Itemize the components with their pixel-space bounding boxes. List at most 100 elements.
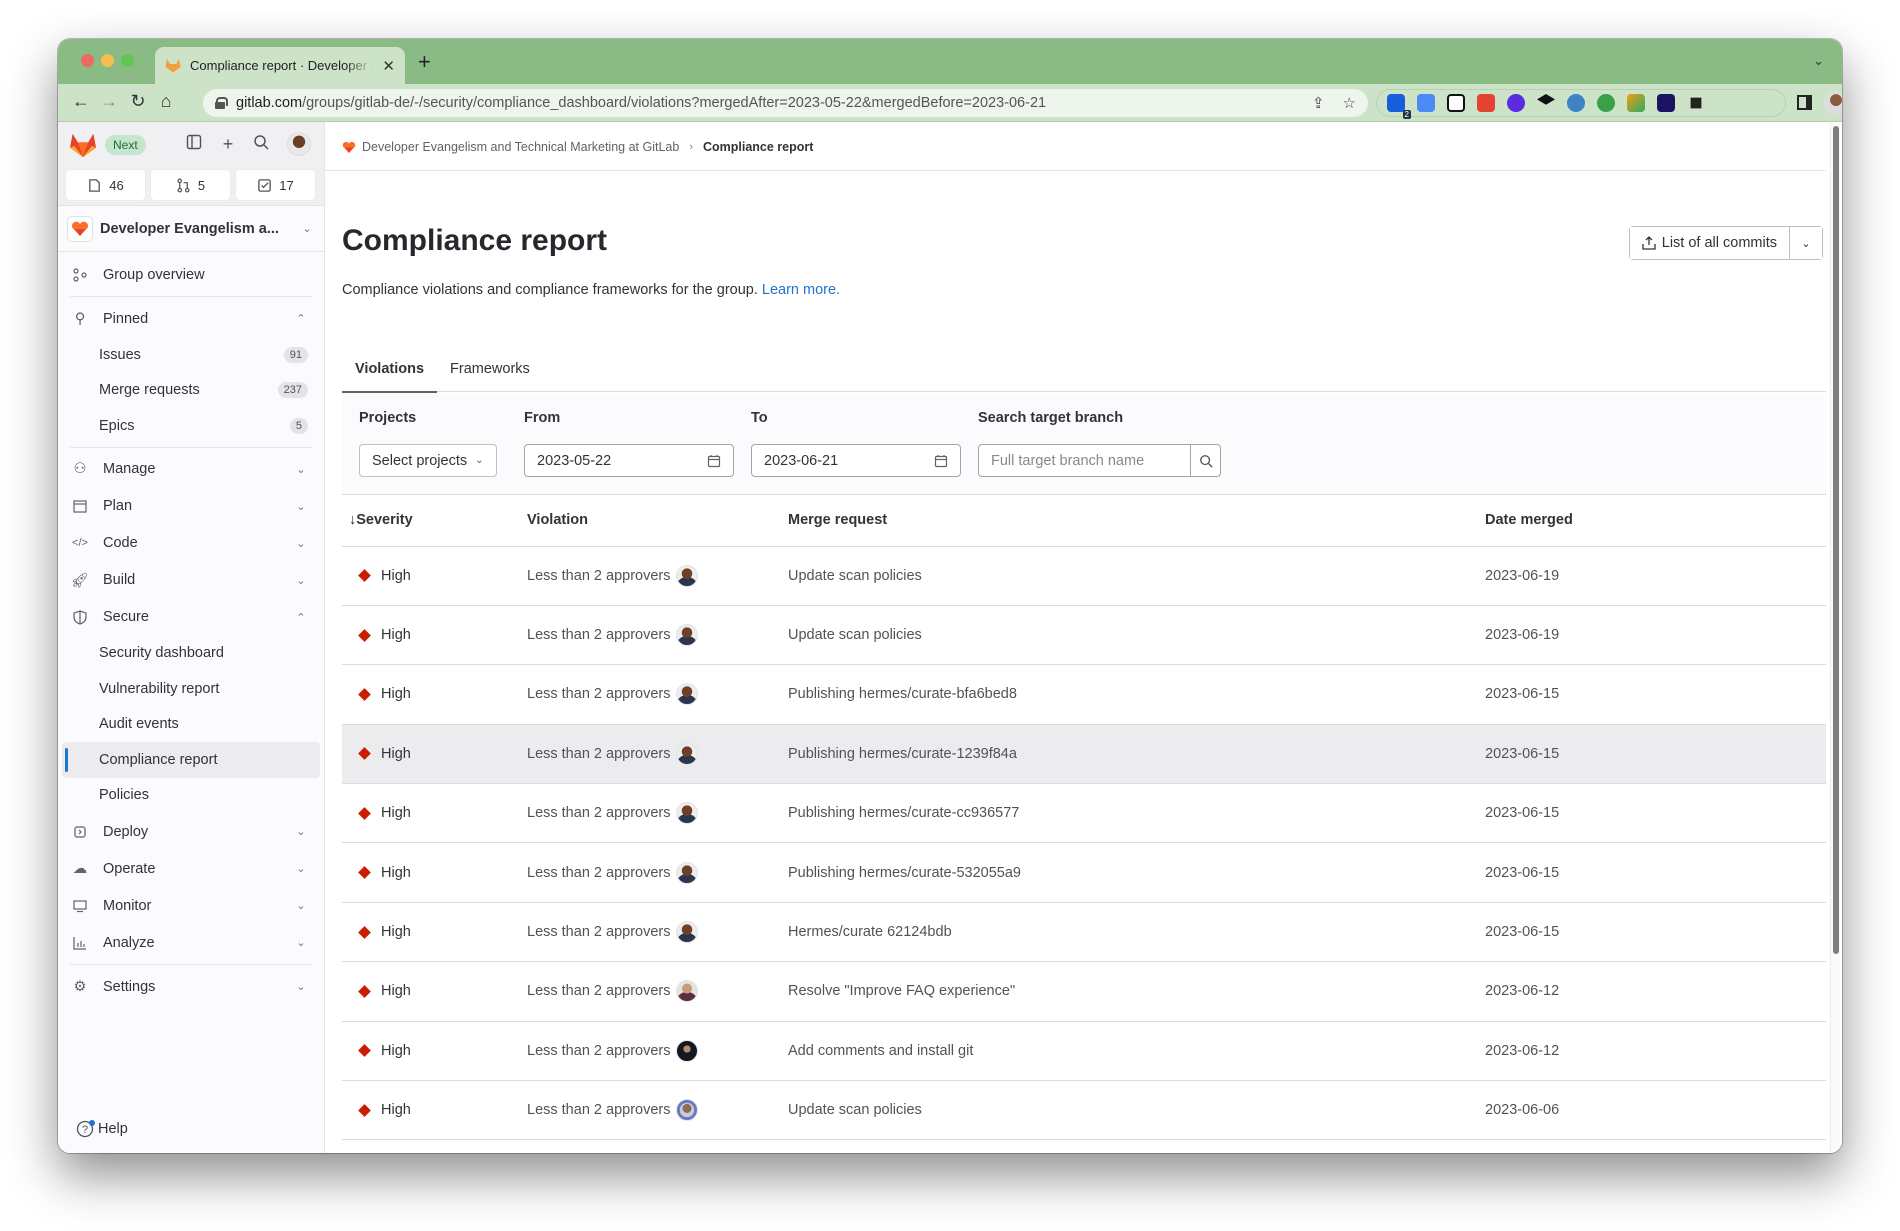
- toggle-sidebar-icon[interactable]: [184, 134, 204, 154]
- back-button[interactable]: ←: [69, 91, 93, 112]
- address-bar[interactable]: gitlab.com/groups/gitlab-de/-/security/c…: [203, 89, 1368, 117]
- breadcrumb-current[interactable]: Compliance report: [703, 140, 813, 154]
- sidebar-item-vulnerability-report[interactable]: Vulnerability report: [62, 671, 320, 707]
- page-scrollbar[interactable]: [1830, 122, 1840, 1153]
- sidebar-item-issues[interactable]: Issues 91: [62, 337, 320, 373]
- table-row[interactable]: High Less than 2 approvers Publishing herm…: [342, 664, 1826, 725]
- column-header-date-merged[interactable]: Date merged: [1485, 495, 1826, 547]
- merge-request-title[interactable]: Update scan policies: [788, 1102, 922, 1118]
- minimize-window-button[interactable]: [101, 54, 114, 67]
- violator-avatar[interactable]: [676, 683, 699, 706]
- notion-extension-icon[interactable]: [1447, 94, 1465, 112]
- close-window-button[interactable]: [81, 54, 94, 67]
- next-badge[interactable]: Next: [105, 135, 146, 155]
- breadcrumb-group-link[interactable]: Developer Evangelism and Technical Marke…: [362, 140, 679, 154]
- merge-request-title[interactable]: Hermes/curate 62124bdb: [788, 924, 952, 940]
- share-icon[interactable]: ⇪: [1312, 94, 1325, 112]
- violator-avatar[interactable]: [676, 564, 699, 587]
- table-row[interactable]: High Less than 2 approvers Update scan pol…: [342, 1080, 1826, 1141]
- sidebar-item-security-dashboard[interactable]: Security dashboard: [62, 636, 320, 672]
- merge-request-title[interactable]: Publishing hermes/curate-bfa6bed8: [788, 686, 1017, 702]
- gitlab-logo-icon[interactable]: [69, 132, 97, 158]
- sidebar-item-compliance-report[interactable]: Compliance report: [62, 742, 320, 778]
- sidebar-section-settings[interactable]: ⚙ Settings ⌄: [62, 968, 320, 1005]
- table-row[interactable]: High Less than 2 approvers Publishing herm…: [342, 724, 1826, 785]
- close-tab-icon[interactable]: ✕: [382, 57, 395, 75]
- violator-avatar[interactable]: [676, 861, 699, 884]
- sidebar-section-deploy[interactable]: Deploy ⌄: [62, 813, 320, 850]
- color-extension-icon[interactable]: [1657, 94, 1675, 112]
- vpn-extension-icon[interactable]: [1507, 94, 1525, 112]
- sidebar-section-analyze[interactable]: Analyze ⌄: [62, 924, 320, 961]
- sidebar-section-build[interactable]: 🚀︎ Build ⌄: [62, 562, 320, 599]
- sidebar-section-operate[interactable]: ☁ Operate ⌄: [62, 850, 320, 887]
- violator-avatar[interactable]: [676, 1039, 699, 1062]
- violator-avatar[interactable]: [676, 624, 699, 647]
- sidebar-item-epics[interactable]: Epics 5: [62, 408, 320, 444]
- puzzle-extensions-icon[interactable]: [1690, 97, 1702, 109]
- download-extension-icon[interactable]: [1627, 94, 1645, 112]
- bookmark-star-icon[interactable]: ☆: [1343, 94, 1356, 112]
- merge-request-title[interactable]: Publishing hermes/curate-532055a9: [788, 865, 1021, 881]
- merge-requests-button[interactable]: 5: [151, 170, 230, 200]
- tab-violations[interactable]: Violations: [342, 345, 438, 393]
- tab-search-chevron-icon[interactable]: ⌄: [1813, 53, 1824, 69]
- calendar-icon[interactable]: [934, 454, 948, 468]
- todos-button[interactable]: 17: [236, 170, 315, 200]
- merge-request-title[interactable]: Add comments and install git: [788, 1043, 973, 1059]
- side-panel-icon[interactable]: [1797, 95, 1812, 110]
- branch-search-input[interactable]: [979, 445, 1190, 476]
- sidebar-item-audit-events[interactable]: Audit events: [62, 707, 320, 743]
- sidebar-item-group-overview[interactable]: Group overview: [62, 256, 320, 293]
- merge-request-title[interactable]: Publishing hermes/curate-1239f84a: [788, 746, 1017, 762]
- table-row[interactable]: HighLess than 2 approversResolve "Create…: [342, 1139, 1826, 1153]
- reload-button[interactable]: ↻: [126, 91, 150, 112]
- tab-frameworks[interactable]: Frameworks: [437, 345, 543, 392]
- maximize-window-button[interactable]: [121, 54, 134, 67]
- export-dropdown-toggle[interactable]: ⌄: [1790, 227, 1822, 259]
- sidebar-section-manage[interactable]: ⚇ Manage ⌄: [62, 451, 320, 488]
- sidebar-section-monitor[interactable]: Monitor ⌄: [62, 887, 320, 924]
- table-row[interactable]: High Less than 2 approvers Update scan pol…: [342, 605, 1826, 666]
- table-row[interactable]: High Less than 2 approvers Publishing herm…: [342, 842, 1826, 903]
- violator-avatar[interactable]: [676, 921, 699, 944]
- table-row[interactable]: High Less than 2 approvers Update scan pol…: [342, 546, 1826, 606]
- help-button[interactable]: ? Help: [76, 1120, 128, 1138]
- user-avatar[interactable]: [287, 132, 311, 156]
- column-header-severity[interactable]: ↓Severity: [342, 495, 527, 547]
- forward-button[interactable]: →: [97, 91, 121, 112]
- s-extension-icon[interactable]: [1597, 94, 1615, 112]
- onepassword-extension-icon[interactable]: [1567, 94, 1585, 112]
- table-row[interactable]: High Less than 2 approvers Hermes/curate 6…: [342, 902, 1826, 963]
- sidebar-section-secure[interactable]: Secure ⌃: [62, 599, 320, 636]
- to-date-input[interactable]: 2023-06-21: [751, 444, 961, 477]
- merge-request-title[interactable]: Update scan policies: [788, 568, 922, 584]
- sidebar-section-plan[interactable]: Plan ⌄: [62, 488, 320, 525]
- export-commits-button[interactable]: List of all commits: [1629, 227, 1790, 259]
- merge-request-title[interactable]: Update scan policies: [788, 627, 922, 643]
- table-row[interactable]: High Less than 2 approvers Resolve "Improv…: [342, 961, 1826, 1022]
- table-row[interactable]: High Less than 2 approvers Publishing herm…: [342, 783, 1826, 844]
- calendar-icon[interactable]: [707, 454, 721, 468]
- google-translate-extension-icon[interactable]: [1417, 94, 1435, 112]
- bitwarden-extension-icon[interactable]: 2: [1387, 94, 1411, 119]
- todoist-extension-icon[interactable]: [1477, 94, 1495, 112]
- browser-tab[interactable]: Compliance report · Developer Evangelism…: [155, 47, 405, 84]
- projects-dropdown[interactable]: Select projects ⌄: [359, 444, 497, 477]
- learn-more-link[interactable]: Learn more.: [762, 282, 840, 298]
- context-switcher[interactable]: Developer Evangelism a... ⌄: [58, 206, 324, 252]
- merge-request-title[interactable]: Resolve "Improve FAQ experience": [788, 983, 1015, 999]
- buffer-extension-icon[interactable]: [1537, 94, 1555, 105]
- assigned-issues-button[interactable]: 46: [66, 170, 145, 200]
- violator-avatar[interactable]: [676, 980, 699, 1003]
- search-icon[interactable]: [251, 134, 271, 154]
- create-new-icon[interactable]: +: [218, 134, 238, 154]
- column-header-merge-request[interactable]: Merge request: [788, 495, 1485, 547]
- sidebar-section-code[interactable]: </> Code ⌄: [62, 525, 320, 562]
- sidebar-section-pinned[interactable]: ⚲ Pinned ⌃: [62, 300, 320, 337]
- column-header-violation[interactable]: Violation: [527, 495, 788, 547]
- new-tab-button[interactable]: +: [418, 49, 431, 75]
- sidebar-item-merge-requests[interactable]: Merge requests 237: [62, 373, 320, 409]
- from-date-input[interactable]: 2023-05-22: [524, 444, 734, 477]
- violator-avatar[interactable]: [676, 802, 699, 825]
